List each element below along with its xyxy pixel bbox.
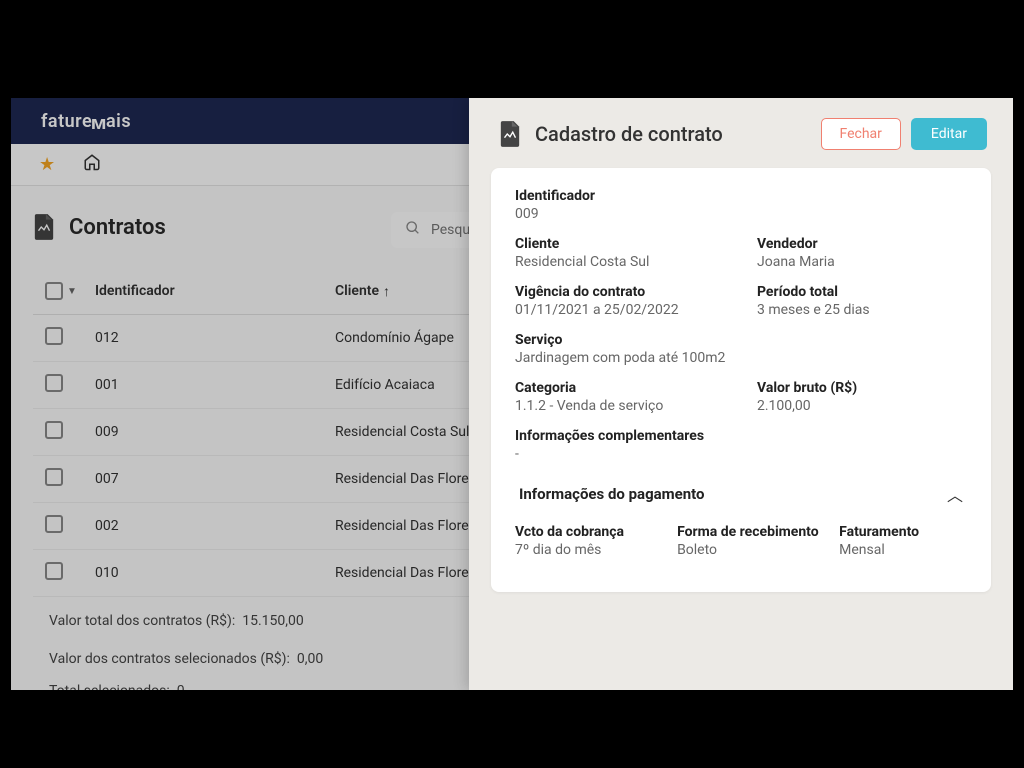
field-categoria-value: 1.1.2 - Venda de serviço [515, 398, 757, 414]
field-faturamento-label: Faturamento [839, 524, 967, 540]
edit-button[interactable]: Editar [911, 118, 987, 150]
field-identificador-value: 009 [515, 206, 967, 222]
field-forma-label: Forma de recebimento [677, 524, 819, 540]
field-servico-value: Jardinagem com poda até 100m2 [515, 350, 967, 366]
field-vendedor-value: Joana Maria [757, 254, 967, 270]
payment-section-title: Informações do pagamento [519, 485, 705, 503]
field-valor-bruto-value: 2.100,00 [757, 398, 967, 414]
close-button[interactable]: Fechar [821, 118, 901, 150]
field-categoria-label: Categoria [515, 380, 757, 396]
field-identificador-label: Identificador [515, 188, 967, 204]
chevron-up-icon: ︿ [947, 482, 963, 506]
field-faturamento-value: Mensal [839, 542, 967, 558]
field-vcto-label: Vcto da cobrança [515, 524, 657, 540]
contract-details-card: Identificador 009 Cliente Residencial Co… [491, 168, 991, 592]
drawer-body: Identificador 009 Cliente Residencial Co… [469, 168, 1013, 592]
field-valor-bruto-label: Valor bruto (R$) [757, 380, 967, 396]
field-info-compl-value: - [515, 446, 967, 462]
field-periodo-label: Período total [757, 284, 967, 300]
field-vigencia-value: 01/11/2021 a 25/02/2022 [515, 302, 757, 318]
field-cliente-label: Cliente [515, 236, 757, 252]
field-vendedor-label: Vendedor [757, 236, 967, 252]
field-periodo-value: 3 meses e 25 dias [757, 302, 967, 318]
field-info-compl-label: Informações complementares [515, 428, 967, 444]
field-forma-value: Boleto [677, 542, 819, 558]
field-vcto-value: 7º dia do mês [515, 542, 657, 558]
drawer-title: Cadastro de contrato [535, 122, 723, 146]
field-vigencia-label: Vigência do contrato [515, 284, 757, 300]
contract-drawer: Cadastro de contrato Fechar Editar Ident… [469, 98, 1013, 690]
field-cliente-value: Residencial Costa Sul [515, 254, 757, 270]
payment-section-header[interactable]: Informações do pagamento ︿ [515, 468, 967, 516]
drawer-header: Cadastro de contrato Fechar Editar [469, 98, 1013, 168]
field-servico-label: Serviço [515, 332, 967, 348]
drawer-file-icon [499, 121, 521, 147]
